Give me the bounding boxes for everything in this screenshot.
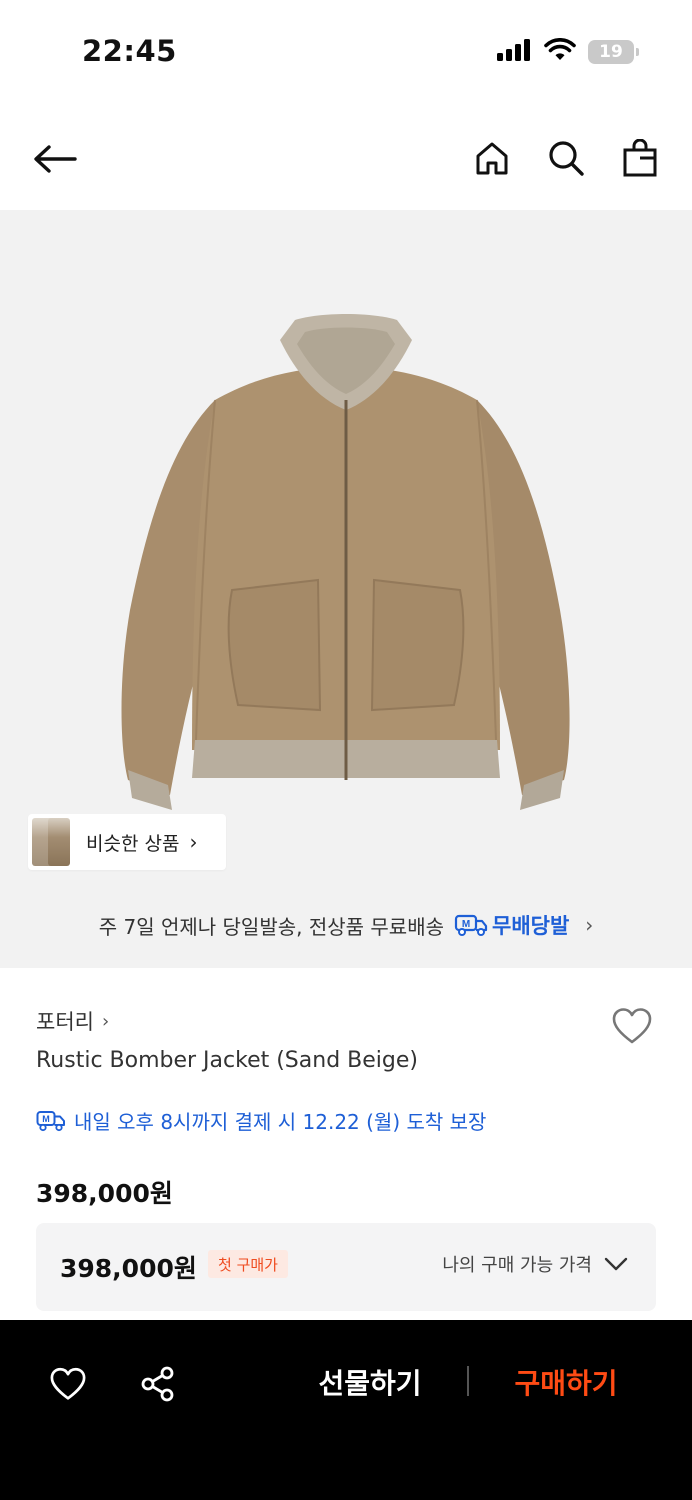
similar-products-button[interactable]: 비슷한 상품 › xyxy=(28,814,226,870)
delivery-guarantee: M 내일 오후 8시까지 결제 시 12.22 (월) 도착 보장 xyxy=(36,1106,486,1135)
delivery-truck-icon: M xyxy=(36,1110,65,1131)
bottom-like-button[interactable] xyxy=(46,1362,90,1406)
first-purchase-price: 398,000원 xyxy=(60,1254,197,1283)
chevron-down-icon xyxy=(604,1257,628,1271)
home-button[interactable] xyxy=(468,134,516,182)
product-name: Rustic Bomber Jacket (Sand Beige) xyxy=(36,1048,418,1073)
home-icon xyxy=(476,142,508,175)
my-price-label: 나의 구매 가능 가격 xyxy=(442,1255,592,1276)
search-button[interactable] xyxy=(542,134,590,182)
similar-products-label: 비슷한 상품 xyxy=(86,832,180,855)
my-price-toggle[interactable]: 나의 구매 가능 가격 xyxy=(442,1251,628,1277)
brand-name: 포터리 xyxy=(36,1010,94,1034)
shopping-bag-icon xyxy=(623,139,657,177)
battery-indicator: 19 xyxy=(588,40,639,64)
delivery-truck-icon: M xyxy=(454,914,488,936)
heart-icon xyxy=(50,1367,86,1400)
like-button[interactable] xyxy=(608,1002,656,1050)
gift-button[interactable]: 선물하기 xyxy=(300,1360,440,1404)
mubaedang-badge: M 무배당발 xyxy=(454,910,569,940)
wifi-icon xyxy=(544,38,576,66)
nav-actions xyxy=(468,134,664,182)
status-time: 22:45 xyxy=(82,34,177,68)
delivery-guarantee-text: 내일 오후 8시까지 결제 시 12.22 (월) 도착 보장 xyxy=(74,1110,487,1134)
svg-text:M: M xyxy=(42,1114,50,1124)
cellular-signal-icon xyxy=(496,38,532,66)
first-purchase-badge: 첫 구매가 xyxy=(208,1250,288,1278)
share-button[interactable] xyxy=(136,1362,180,1406)
shipping-text: 주 7일 언제나 당일발송, 전상품 무료배송 xyxy=(98,914,444,939)
arrow-left-icon xyxy=(34,145,77,173)
bottom-action-bar: 선물하기 구매하기 xyxy=(0,1320,692,1500)
cart-button[interactable] xyxy=(616,134,664,182)
my-price-box[interactable]: 398,000원 첫 구매가 나의 구매 가능 가격 xyxy=(36,1223,656,1311)
brand-link[interactable]: 포터리 › xyxy=(36,1006,109,1036)
buy-button[interactable]: 구매하기 xyxy=(496,1360,636,1404)
share-icon xyxy=(141,1366,174,1402)
back-button[interactable] xyxy=(30,134,80,184)
heart-icon xyxy=(612,1008,652,1044)
chevron-right-icon: › xyxy=(101,1010,110,1032)
top-nav-bar xyxy=(0,110,692,206)
action-divider xyxy=(467,1366,469,1396)
similar-thumbnail xyxy=(48,818,70,866)
chevron-right-icon: › xyxy=(585,913,594,937)
chevron-right-icon: › xyxy=(189,830,198,854)
product-price: 398,000원 xyxy=(36,1179,173,1208)
status-icons: 19 xyxy=(496,38,639,66)
svg-text:M: M xyxy=(462,919,470,930)
product-image xyxy=(121,314,570,810)
product-image-area[interactable]: 비슷한 상품 › 주 7일 언제나 당일발송, 전상품 무료배송 M 무배당발 … xyxy=(0,210,692,968)
shipping-banner[interactable]: 주 7일 언제나 당일발송, 전상품 무료배송 M 무배당발 › xyxy=(0,910,692,940)
similar-thumbnails xyxy=(28,814,80,870)
mubaedang-label: 무배당발 xyxy=(492,914,570,938)
status-bar: 22:45 19 xyxy=(0,0,692,100)
search-icon xyxy=(549,141,584,176)
